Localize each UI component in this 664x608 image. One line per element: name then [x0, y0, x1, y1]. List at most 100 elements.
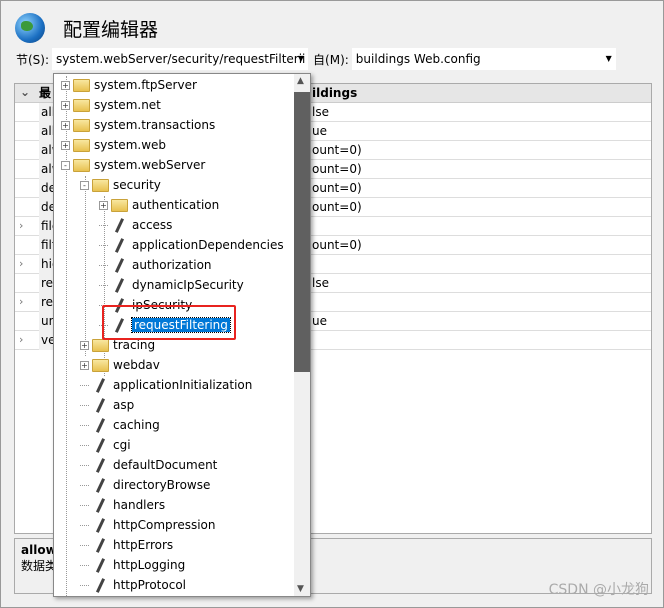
- tree-item[interactable]: - security: [80, 175, 161, 195]
- tree-item-label: directoryBrowse: [113, 478, 211, 492]
- tree-item[interactable]: applicationInitialization: [80, 375, 252, 395]
- tree-connector: [99, 244, 108, 246]
- tree-item-label: applicationInitialization: [113, 378, 253, 392]
- tree-item-label: applicationDependencies: [132, 238, 284, 252]
- section-pen-icon: [92, 558, 109, 573]
- chevron-right-icon[interactable]: ›: [19, 295, 23, 308]
- tree-item[interactable]: asp: [80, 395, 134, 415]
- chevron-down-icon[interactable]: ▼: [606, 54, 612, 63]
- tree-item[interactable]: httpErrors: [80, 535, 173, 555]
- folder-icon: [73, 98, 90, 112]
- tree-connector: [99, 264, 108, 266]
- tree-item-label: caching: [113, 418, 160, 432]
- section-pen-icon: [92, 538, 109, 553]
- section-value: system.webServer/security/requestFilteri…: [56, 52, 306, 66]
- chevron-right-icon[interactable]: ›: [19, 257, 23, 270]
- tree-item[interactable]: handlers: [80, 495, 165, 515]
- tree-item[interactable]: defaultDocument: [80, 455, 217, 475]
- chevron-right-icon[interactable]: ›: [19, 333, 23, 346]
- section-pen-icon: [92, 458, 109, 473]
- tree-item-label: httpProtocol: [113, 578, 186, 592]
- header-name: 最: [39, 86, 52, 100]
- scroll-down-icon[interactable]: ▼: [297, 584, 304, 594]
- expand-icon[interactable]: +: [61, 140, 70, 150]
- globe-icon: [15, 13, 45, 43]
- folder-icon: [73, 118, 90, 132]
- tree-item[interactable]: httpLogging: [80, 555, 185, 575]
- tree-item[interactable]: - system.webServer: [61, 155, 205, 175]
- section-pen-icon: [92, 498, 109, 513]
- section-pen-icon: [92, 578, 109, 593]
- section-pen-icon: [92, 478, 109, 493]
- expand-icon[interactable]: +: [99, 200, 108, 210]
- description-text: 数据类: [21, 559, 58, 573]
- folder-icon: [92, 338, 109, 352]
- section-label: 节(S):: [16, 52, 50, 67]
- expand-icon[interactable]: +: [80, 360, 89, 370]
- section-pen-icon: [111, 218, 128, 233]
- tree-item-label: dynamicIpSecurity: [132, 278, 244, 292]
- section-combo[interactable]: system.webServer/security/requestFilteri…: [52, 48, 309, 70]
- tree-connector: [80, 484, 89, 486]
- tree-item-label: asp: [113, 398, 135, 412]
- tree-item-label: security: [113, 178, 161, 192]
- tree-item-label: system.web: [94, 138, 167, 152]
- tree-connector: [80, 444, 89, 446]
- section-pen-icon: [92, 378, 109, 393]
- tree-item-label: httpCompression: [113, 518, 216, 532]
- tree-item[interactable]: access: [99, 215, 172, 235]
- tree-connector: [80, 424, 89, 426]
- scrollbar[interactable]: ▲ ▼: [294, 74, 310, 596]
- expand-icon[interactable]: +: [61, 100, 70, 110]
- watermark: CSDN @小龙狗: [548, 582, 649, 598]
- tree-item[interactable]: + system.web: [61, 135, 166, 155]
- scroll-up-icon[interactable]: ▲: [297, 76, 304, 86]
- tree-item[interactable]: directoryBrowse: [80, 475, 210, 495]
- collapse-icon[interactable]: -: [61, 160, 70, 170]
- tree-item-label: authorization: [132, 258, 212, 272]
- chevron-down-icon[interactable]: ▼: [298, 54, 304, 63]
- tree-item[interactable]: + system.ftpServer: [61, 75, 197, 95]
- property-value: lse: [312, 276, 329, 290]
- tree-item[interactable]: authorization: [99, 255, 212, 275]
- section-pen-icon: [92, 398, 109, 413]
- scrollbar-thumb[interactable]: [294, 92, 310, 372]
- collapse-chevron-icon[interactable]: ⌄: [20, 85, 30, 99]
- tree-line: [85, 176, 86, 356]
- highlight-box: [102, 305, 236, 340]
- expand-icon[interactable]: +: [61, 120, 70, 130]
- from-value: buildings Web.config: [355, 52, 481, 66]
- tree-connector: [80, 384, 89, 386]
- property-value: ount=0): [312, 181, 362, 195]
- from-label: 自(M):: [313, 52, 349, 67]
- tree-item-label: authentication: [132, 198, 220, 212]
- tree-item-label: webdav: [113, 358, 160, 372]
- expand-icon[interactable]: +: [80, 340, 89, 350]
- tree-item[interactable]: httpCompression: [80, 515, 216, 535]
- tree-item[interactable]: caching: [80, 415, 160, 435]
- tree-item[interactable]: dynamicIpSecurity: [99, 275, 244, 295]
- tree-item[interactable]: + webdav: [80, 355, 160, 375]
- folder-icon: [73, 138, 90, 152]
- tree-item-label: access: [132, 218, 173, 232]
- property-value: ount=0): [312, 200, 362, 214]
- tree-item[interactable]: cgi: [80, 435, 131, 455]
- section-pen-icon: [92, 418, 109, 433]
- tree-connector: [80, 524, 89, 526]
- expand-icon[interactable]: +: [61, 80, 70, 90]
- tree-connector: [80, 464, 89, 466]
- property-value: lse: [312, 105, 329, 119]
- chevron-right-icon[interactable]: ›: [19, 219, 23, 232]
- section-pen-icon: [111, 258, 128, 273]
- tree-connector: [80, 544, 89, 546]
- tree-connector: [80, 504, 89, 506]
- tree-item[interactable]: httpProtocol: [80, 575, 186, 595]
- tree-connector: [80, 564, 89, 566]
- collapse-icon[interactable]: -: [80, 180, 89, 190]
- tree-item[interactable]: applicationDependencies: [99, 235, 284, 255]
- tree-item[interactable]: + system.transactions: [61, 115, 215, 135]
- tree-item[interactable]: + authentication: [99, 195, 219, 215]
- from-combo[interactable]: buildings Web.config ▼: [351, 48, 616, 70]
- tree-item[interactable]: + system.net: [61, 95, 161, 115]
- tree-connector: [99, 224, 108, 226]
